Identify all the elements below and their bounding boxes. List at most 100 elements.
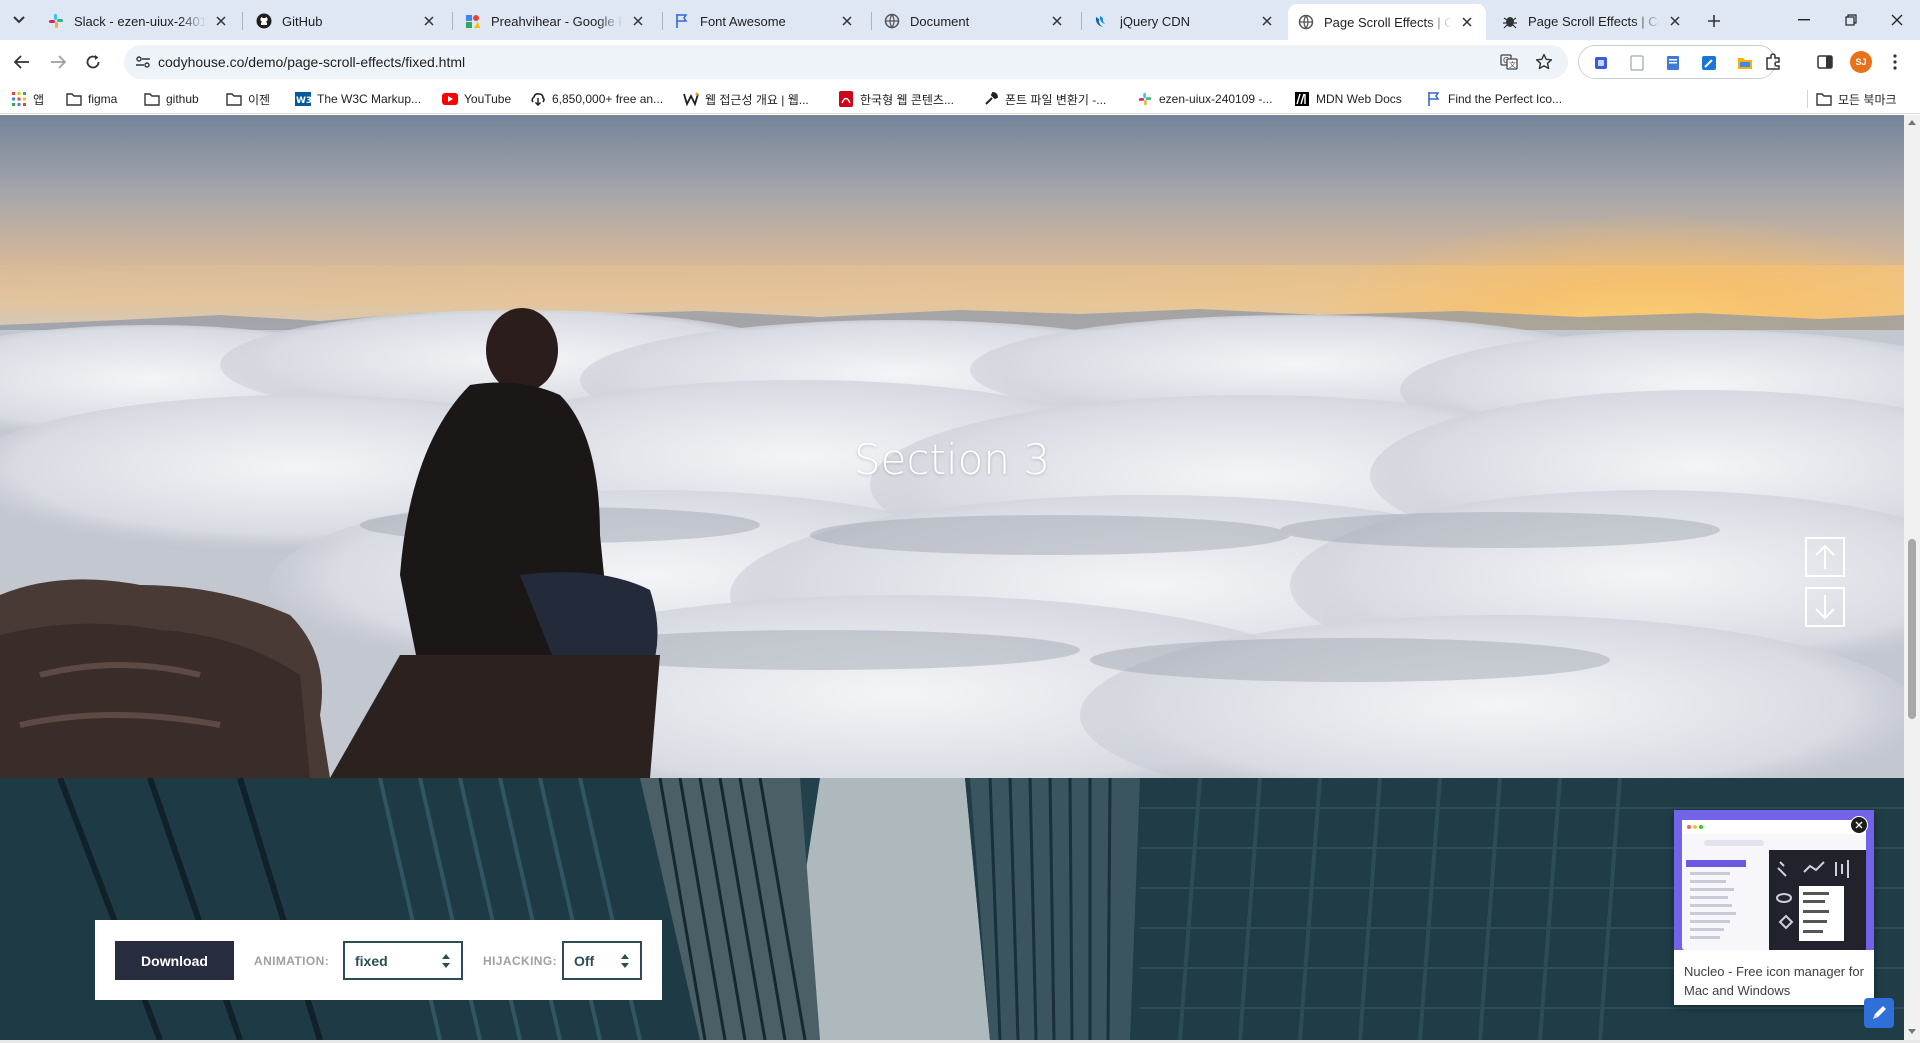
tab-strip: Slack - ezen-uiux-240109 GitHub Preahvih… (0, 0, 1920, 40)
section-3: Section 3 (0, 115, 1904, 778)
extension-document-icon[interactable] (1663, 53, 1683, 73)
bookmark-label: github (166, 92, 199, 106)
page-viewport: Section 3 (0, 115, 1904, 1040)
folder-icon (66, 91, 82, 107)
scroll-down-arrow-icon[interactable] (1908, 1027, 1916, 1035)
extensions-puzzle-icon[interactable] (1760, 49, 1786, 75)
bookmark-star-icon[interactable] (1533, 51, 1555, 73)
bookmark-label: 한국형 웹 콘텐츠... (860, 92, 954, 107)
next-section-button[interactable] (1805, 587, 1845, 627)
bookmark-ezen[interactable]: 이젠 (226, 90, 270, 108)
extension-picker-icon[interactable] (1699, 53, 1719, 73)
kebab-menu-icon[interactable] (1882, 49, 1908, 75)
tab-separator (871, 12, 872, 30)
close-tab-icon[interactable] (838, 12, 856, 30)
download-button[interactable]: Download (115, 941, 234, 980)
github-icon (256, 13, 272, 29)
animation-select[interactable]: fixed (343, 941, 463, 980)
bookmark-find-icons[interactable]: Find the Perfect Ico... (1426, 90, 1562, 108)
bookmark-label: 6,850,000+ free an... (552, 92, 664, 106)
close-tab-icon[interactable] (1666, 12, 1684, 30)
address-bar[interactable]: codyhouse.co/demo/page-scroll-effects/fi… (124, 45, 1568, 79)
nucleo-screenshot (1674, 810, 1874, 950)
reload-icon[interactable] (80, 49, 106, 75)
close-tab-icon[interactable] (1458, 13, 1476, 31)
bookmark-figma[interactable]: figma (66, 90, 117, 108)
flag-icon (1426, 91, 1442, 107)
extension-blue-icon[interactable] (1591, 53, 1611, 73)
tab-title: Page Scroll Effects | CodyHouse (1324, 14, 1452, 30)
bookmark-label: 모든 북마크 (1838, 92, 1897, 107)
bookmarks-bar: 앱 figma github 이젠 W3 The W3C Markup... Y… (0, 84, 1920, 114)
bookmark-w3c[interactable]: W3 The W3C Markup... (295, 90, 421, 108)
url-text[interactable]: codyhouse.co/demo/page-scroll-effects/fi… (158, 54, 465, 70)
bookmark-font-converter[interactable]: 폰트 파일 변환기 -... (983, 90, 1106, 108)
tab-search-chevron-icon[interactable] (8, 9, 30, 31)
svg-text:文: 文 (1509, 60, 1516, 69)
tab-document[interactable]: Document (874, 6, 1076, 36)
close-tab-icon[interactable] (1258, 12, 1276, 30)
scrollbar-thumb[interactable] (1908, 539, 1916, 719)
select-arrows-icon (442, 954, 450, 968)
prev-section-button[interactable] (1805, 537, 1845, 577)
bookmark-mdn[interactable]: MDN Web Docs (1294, 90, 1402, 108)
browser-toolbar: codyhouse.co/demo/page-scroll-effects/fi… (0, 40, 1920, 84)
site-info-icon[interactable] (132, 51, 154, 73)
extension-folder-icon[interactable] (1735, 53, 1755, 73)
bug-icon (1502, 13, 1518, 29)
restore-icon[interactable] (1836, 8, 1866, 32)
close-window-icon[interactable] (1882, 8, 1912, 32)
nucleo-ad-card[interactable]: Nucleo - Free icon manager for Mac and W… (1674, 810, 1874, 1005)
folder-icon (1816, 91, 1832, 107)
close-tab-icon[interactable] (420, 12, 438, 30)
hijacking-select[interactable]: Off (562, 941, 642, 980)
bookmark-apps[interactable]: 앱 (11, 90, 44, 108)
tab-slack[interactable]: Slack - ezen-uiux-240109 (38, 6, 240, 36)
pencil-icon[interactable] (1864, 998, 1894, 1028)
close-tab-icon[interactable] (629, 12, 647, 30)
tab-google-fonts[interactable]: Preahvihear - Google Fonts (455, 6, 657, 36)
mdn-icon (1294, 91, 1310, 107)
tab-title: jQuery CDN (1120, 13, 1191, 29)
bookmark-label: 폰트 파일 변환기 -... (1005, 92, 1107, 107)
all-bookmarks[interactable]: 모든 북마크 (1807, 90, 1897, 108)
hijacking-label: HIJACKING: (483, 954, 558, 968)
forward-arrow-icon[interactable] (45, 49, 71, 75)
close-ad-icon[interactable] (1850, 816, 1868, 834)
animation-select-value: fixed (355, 953, 388, 969)
close-tab-icon[interactable] (212, 12, 230, 30)
city-buildings-illustration (0, 778, 1904, 1040)
tab-separator (452, 12, 453, 30)
side-panel-icon[interactable] (1812, 49, 1838, 75)
slack-icon (48, 13, 64, 29)
bookmark-label: The W3C Markup... (317, 92, 422, 106)
bookmark-web-accessibility[interactable]: 웹 접근성 개요 | 웹... (683, 90, 809, 108)
bookmark-free-icons[interactable]: 6,850,000+ free an... (530, 90, 663, 108)
tab-title: Preahvihear - Google Fonts (491, 13, 623, 29)
bookmark-kwcag[interactable]: 한국형 웹 콘텐츠... (838, 90, 954, 108)
extension-page-icon[interactable] (1627, 53, 1647, 73)
vertical-scrollbar[interactable] (1904, 115, 1920, 1040)
tab-page-scroll-effects-active[interactable]: Page Scroll Effects | CodyHouse (1288, 4, 1486, 40)
w3c-icon: W3 (295, 91, 311, 107)
scroll-up-arrow-icon[interactable] (1908, 119, 1916, 127)
globe-icon (1298, 14, 1314, 30)
flag-icon (674, 13, 690, 29)
tab-font-awesome[interactable]: Font Awesome (664, 6, 866, 36)
tab-github[interactable]: GitHub (246, 6, 448, 36)
translate-icon[interactable]: G文 (1498, 51, 1520, 73)
bookmark-label: 앱 (33, 92, 45, 107)
back-arrow-icon[interactable] (9, 49, 35, 75)
bookmark-slack[interactable]: ezen-uiux-240109 -... (1137, 90, 1272, 108)
close-tab-icon[interactable] (1048, 12, 1066, 30)
tab-page-scroll-effects[interactable]: Page Scroll Effects | CodyHouse (1492, 6, 1694, 36)
bookmark-youtube[interactable]: YouTube (442, 90, 511, 108)
minimize-icon[interactable] (1789, 8, 1819, 32)
hijacking-select-value: Off (574, 953, 595, 969)
new-tab-plus-icon[interactable] (1702, 9, 1726, 33)
tab-jquery[interactable]: jQuery CDN (1084, 6, 1286, 36)
folder-icon (226, 91, 242, 107)
ad-text[interactable]: Nucleo - Free icon manager for Mac and W… (1684, 962, 1864, 1000)
profile-avatar[interactable]: SJ (1850, 51, 1872, 73)
bookmark-github[interactable]: github (144, 90, 199, 108)
